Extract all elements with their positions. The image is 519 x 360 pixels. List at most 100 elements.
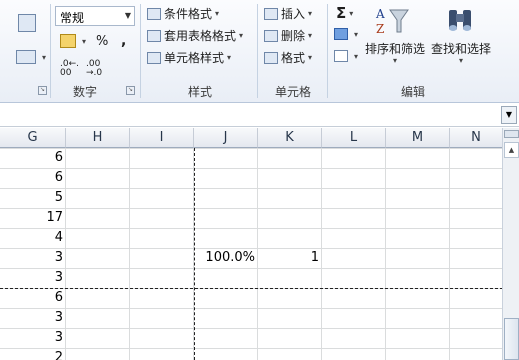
delete-label: 删除 — [281, 29, 306, 43]
cell-styles-label: 单元格样式 — [164, 51, 225, 65]
row-gridline — [0, 228, 503, 229]
insert-button[interactable]: 插入 ▾ — [264, 5, 312, 22]
separator — [140, 4, 141, 98]
binoculars-icon — [446, 6, 474, 34]
format-icon — [264, 51, 278, 64]
conditional-format-label: 条件格式 — [164, 7, 213, 21]
format-button[interactable]: 格式 ▾ — [264, 49, 312, 66]
column-header-m[interactable]: M — [386, 128, 450, 148]
ribbon: ▾ ↘ 常规 ▼ ▾ % , .0←.00 .00→.0 数字 ↘ 条件格式 ▾ … — [0, 0, 519, 103]
column-header-g[interactable]: G — [0, 128, 66, 148]
table-format-icon — [147, 29, 161, 42]
merge-center-icon[interactable]: ▾ — [16, 50, 46, 64]
styles-group-label: 样式 — [187, 85, 212, 99]
alignment-launcher-icon[interactable]: ↘ — [38, 86, 47, 95]
svg-text:A: A — [375, 7, 385, 21]
cell-g[interactable]: 6 — [0, 148, 66, 168]
editing-group-label: 编辑 — [400, 85, 425, 99]
cell-g[interactable]: 3 — [0, 308, 66, 328]
sigma-icon: Σ — [336, 4, 347, 22]
column-header-j[interactable]: J — [194, 128, 258, 148]
column-gridline — [449, 148, 450, 360]
row-gridline — [0, 168, 503, 169]
column-header-l[interactable]: L — [322, 128, 386, 148]
chevron-down-icon: ▼ — [124, 11, 131, 20]
column-header-i[interactable]: I — [130, 128, 194, 148]
decrease-decimal-label: .00→.0 — [86, 59, 103, 78]
cell-g[interactable]: 4 — [0, 228, 66, 248]
fill-down-icon — [334, 28, 348, 40]
number-launcher-icon[interactable]: ↘ — [126, 86, 135, 95]
autosum-button[interactable]: Σ ▾ — [336, 4, 353, 22]
number-group-label: 数字 — [72, 85, 97, 99]
chevron-down-icon: ▾ — [459, 56, 464, 65]
column-header-n[interactable]: N — [450, 128, 503, 148]
increase-decimal-button[interactable]: .0←.00 — [60, 60, 84, 78]
separator — [327, 4, 328, 98]
cell-g[interactable]: 3 — [0, 248, 66, 268]
separator — [50, 4, 51, 98]
decrease-decimal-button[interactable]: .00→.0 — [86, 60, 110, 78]
insert-icon — [264, 7, 278, 20]
split-handle[interactable] — [504, 130, 519, 138]
row-gridline — [0, 328, 503, 329]
row-gridline — [0, 308, 503, 309]
row-gridline — [0, 268, 503, 269]
table-format-label: 套用表格格式 — [164, 29, 237, 43]
svg-text:Z: Z — [376, 22, 384, 36]
expand-formula-bar-icon[interactable]: ▼ — [501, 106, 517, 124]
cell-g[interactable]: 17 — [0, 208, 66, 228]
scroll-thumb[interactable] — [504, 318, 519, 360]
percent-button[interactable]: % — [96, 34, 108, 49]
cell-k-value[interactable]: 1 — [258, 248, 322, 268]
sort-filter-label: 排序和筛选 — [365, 42, 426, 56]
column-header-k[interactable]: K — [258, 128, 322, 148]
find-select-button[interactable]: 查找和选择 — [431, 40, 491, 57]
vertical-scrollbar[interactable]: ▲ — [502, 128, 519, 360]
cell-g[interactable]: 3 — [0, 268, 66, 288]
cell-g[interactable]: 6 — [0, 288, 66, 308]
column-gridline — [129, 148, 130, 360]
cell-g[interactable]: 2 — [0, 348, 66, 360]
chevron-down-icon: ▾ — [393, 56, 398, 65]
comma-button[interactable]: , — [121, 33, 126, 49]
number-format-value: 常规 — [60, 11, 85, 25]
conditional-format-icon — [147, 7, 161, 20]
fill-button[interactable]: ▾ — [334, 28, 358, 40]
table-format-button[interactable]: 套用表格格式 ▾ — [147, 27, 243, 44]
sort-filter-icon: A Z — [374, 6, 410, 36]
insert-label: 插入 — [281, 7, 306, 21]
separator — [257, 4, 258, 98]
clear-button[interactable]: ▾ — [334, 50, 358, 62]
wrap-text-icon[interactable] — [18, 14, 39, 32]
formula-bar[interactable]: ▼ — [0, 104, 519, 127]
delete-icon — [264, 29, 278, 42]
cell-g[interactable]: 5 — [0, 188, 66, 208]
column-header-h[interactable]: H — [66, 128, 130, 148]
format-label: 格式 — [281, 51, 306, 65]
comma-label: , — [121, 33, 127, 49]
cell-j-percent[interactable]: 100.0% — [194, 248, 258, 268]
number-format-dropdown[interactable]: 常规 ▼ — [55, 6, 135, 26]
page-break-horizontal — [0, 288, 503, 289]
accounting-format-button[interactable]: ▾ — [60, 34, 86, 48]
row-gridline — [0, 208, 503, 209]
conditional-format-button[interactable]: 条件格式 ▾ — [147, 5, 219, 22]
find-select-label: 查找和选择 — [431, 42, 492, 56]
sort-filter-button[interactable]: 排序和筛选 — [365, 40, 425, 57]
row-gridline — [0, 148, 503, 149]
cell-styles-button[interactable]: 单元格样式 ▾ — [147, 49, 231, 66]
row-gridline — [0, 188, 503, 189]
column-gridline — [385, 148, 386, 360]
delete-button[interactable]: 删除 ▾ — [264, 27, 312, 44]
cell-g[interactable]: 6 — [0, 168, 66, 188]
row-gridline — [0, 348, 503, 349]
percent-label: % — [96, 34, 109, 49]
worksheet-grid[interactable]: G H I J K L M N 6 6 5 17 4 3 3 6 3 3 2 100.0% 1 — [0, 128, 503, 360]
cell-styles-icon — [147, 51, 161, 64]
scroll-up-icon[interactable]: ▲ — [504, 142, 519, 158]
cell-g[interactable]: 3 — [0, 328, 66, 348]
increase-decimal-label: .0←.00 — [60, 59, 79, 78]
cells-group-label: 单元格 — [274, 85, 311, 99]
eraser-icon — [334, 50, 348, 62]
